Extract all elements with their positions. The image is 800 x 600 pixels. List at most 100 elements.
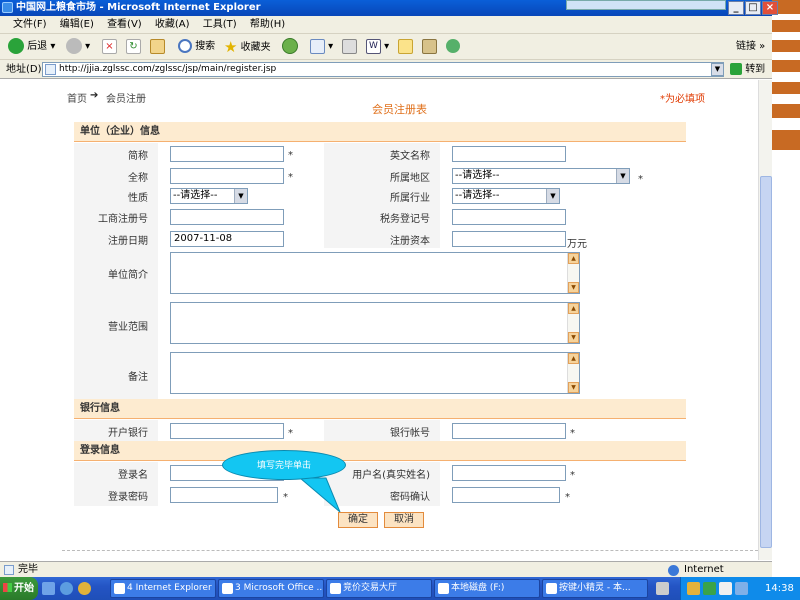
star-icon: ★ [224, 38, 238, 56]
messenger-button[interactable] [446, 38, 460, 56]
go-arrow-icon [730, 63, 742, 75]
reg-capital-input[interactable] [452, 231, 566, 247]
tray-icon[interactable] [687, 582, 700, 595]
scroll-up-icon[interactable]: ▲ [568, 253, 579, 264]
home-button[interactable] [150, 38, 165, 56]
reg-date-input[interactable]: 2007-11-08 [170, 231, 284, 247]
scroll-down-icon[interactable]: ▼ [568, 382, 579, 393]
scroll-up-icon[interactable]: ▲ [568, 353, 579, 364]
quicklaunch-desktop-icon[interactable] [42, 582, 55, 595]
task-key-wizard[interactable]: 按键小精灵 - 本... [542, 579, 648, 598]
decorative-banner [566, 0, 726, 10]
bank-account-input[interactable] [452, 423, 566, 439]
address-dropdown-button[interactable]: ▼ [711, 63, 724, 76]
scroll-up-icon[interactable]: ▲ [568, 303, 579, 314]
nature-select[interactable]: --请选择-- ▼ [170, 188, 248, 204]
confirm-password-input[interactable] [452, 487, 560, 503]
task-microsoft-office[interactable]: 3 Microsoft Office ... [218, 579, 324, 598]
scope-textarea[interactable]: ▲ ▼ [170, 302, 580, 344]
research-button[interactable] [422, 38, 437, 56]
remark-textarea[interactable]: ▲ ▼ [170, 352, 580, 394]
address-input[interactable]: http://jjia.zglssc.com/zglssc/jsp/main/r… [42, 62, 724, 77]
nature-label: 性质 [128, 193, 148, 204]
section-company-header: 单位（企业）信息 [74, 122, 686, 142]
menu-bar: 文件(F) 编辑(E) 查看(V) 收藏(A) 工具(T) 帮助(H) [0, 16, 772, 34]
close-button[interactable]: × [762, 1, 778, 15]
status-bar: 完毕 Internet [0, 561, 772, 577]
chevron-down-icon: ▼ [616, 169, 629, 183]
refresh-icon: ↻ [126, 38, 141, 54]
breadcrumb-home[interactable]: 首页 [67, 90, 87, 105]
tax-reg-input[interactable] [452, 209, 566, 225]
scope-label: 营业范围 [108, 322, 148, 333]
intro-textarea[interactable]: ▲ ▼ [170, 252, 580, 294]
app-icon [546, 583, 557, 594]
business-reg-input[interactable] [170, 209, 284, 225]
edit-button[interactable]: W ▾ [366, 38, 389, 56]
form-title: 会员注册表 [372, 103, 427, 116]
required-star: * [638, 174, 643, 185]
maximize-button[interactable]: □ [745, 1, 761, 15]
menu-view[interactable]: 查看(V) [102, 16, 147, 34]
history-button[interactable] [282, 38, 298, 56]
back-button[interactable]: 后退 ▾ [8, 38, 55, 56]
tray-icon[interactable] [703, 582, 716, 595]
menu-favorites[interactable]: 收藏(A) [150, 16, 195, 34]
links-button[interactable]: 链接 » [736, 38, 765, 56]
stop-button[interactable]: × [102, 38, 117, 56]
menu-edit[interactable]: 编辑(E) [55, 16, 99, 34]
refresh-button[interactable]: ↻ [126, 38, 141, 56]
cancel-button[interactable]: 取消 [384, 512, 424, 528]
chevron-down-icon: ▼ [234, 189, 247, 203]
vertical-scrollbar[interactable] [758, 80, 772, 560]
minimize-button[interactable]: _ [728, 1, 744, 15]
quicklaunch-qq-icon[interactable] [78, 582, 91, 595]
scroll-down-icon[interactable]: ▼ [568, 282, 579, 293]
task-internet-explorer[interactable]: 4 Internet Explorer [110, 579, 216, 598]
start-button[interactable]: 开始 [0, 577, 38, 600]
required-note: *为必填项 [660, 94, 705, 105]
quicklaunch-ie-icon[interactable] [60, 582, 73, 595]
status-text: 完毕 [18, 564, 38, 575]
forward-button[interactable]: ▾ [66, 38, 90, 56]
breadcrumb-current: 会员注册 [106, 94, 146, 105]
search-button[interactable]: 搜索 [178, 38, 215, 56]
region-select[interactable]: --请选择-- ▼ [452, 168, 630, 184]
mail-button[interactable]: ▾ [310, 38, 333, 56]
network-icon[interactable] [735, 582, 748, 595]
full-name-input[interactable] [170, 168, 284, 184]
menu-file[interactable]: 文件(F) [8, 16, 52, 34]
app-icon [330, 583, 341, 594]
window-title: 中国网上粮食市场 - Microsoft Internet Explorer [16, 2, 261, 13]
scrollbar-thumb[interactable] [760, 176, 772, 548]
clock: 14:38 [765, 583, 794, 594]
task-trading-hall[interactable]: 竞价交易大厅 [326, 579, 432, 598]
username-input[interactable] [452, 465, 566, 481]
chevron-down-icon: ▼ [546, 189, 559, 203]
page-done-icon [4, 565, 14, 575]
address-label: 地址(D) [6, 64, 42, 75]
password-input[interactable] [170, 487, 278, 503]
word-icon: W [366, 38, 381, 54]
taskbar-extra-icon[interactable] [656, 582, 669, 595]
breadcrumb-arrow: ➔ [90, 90, 99, 101]
note-button[interactable] [398, 38, 413, 56]
confirm-password-label: 密码确认 [390, 492, 430, 503]
callout-text: 填写完毕单击 [256, 461, 311, 471]
scroll-down-icon[interactable]: ▼ [568, 332, 579, 343]
favorites-button[interactable]: ★ 收藏夹 [224, 38, 271, 56]
english-name-input[interactable] [452, 146, 566, 162]
industry-select[interactable]: --请选择-- ▼ [452, 188, 560, 204]
section-bank-header: 银行信息 [74, 399, 686, 419]
go-button[interactable]: 转到 [730, 62, 765, 77]
task-local-disk[interactable]: 本地磁盘 (F:) [434, 579, 540, 598]
menu-tools[interactable]: 工具(T) [198, 16, 242, 34]
menu-help[interactable]: 帮助(H) [245, 16, 290, 34]
bank-name-input[interactable] [170, 423, 284, 439]
print-button[interactable] [342, 38, 357, 56]
footer-divider [62, 550, 758, 551]
remark-label: 备注 [128, 372, 148, 383]
volume-icon[interactable] [719, 582, 732, 595]
short-name-input[interactable] [170, 146, 284, 162]
word-icon [222, 583, 233, 594]
